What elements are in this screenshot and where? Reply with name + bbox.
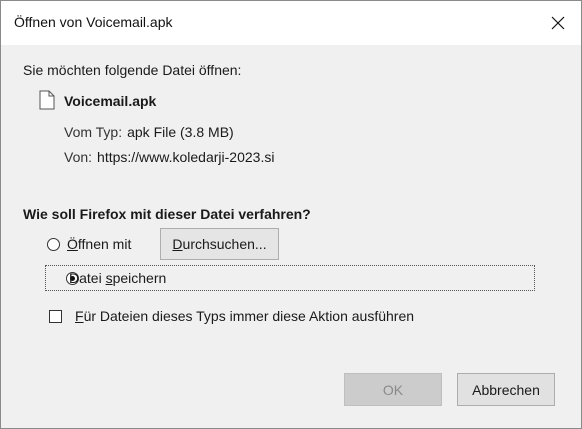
browse-button[interactable]: Durchsuchen... — [160, 228, 279, 260]
open-with-label[interactable]: Öffnen mit — [67, 236, 131, 252]
browse-label-text: urchsuchen... — [182, 236, 267, 252]
ok-button[interactable]: OK — [344, 373, 442, 406]
always-do-label-text: ür Dateien dieses Typs immer diese Aktio… — [83, 308, 415, 324]
file-name: Voicemail.apk — [64, 93, 157, 109]
save-file-label[interactable]: Datei speichern — [69, 270, 166, 286]
title-bar: Öffnen von Voicemail.apk — [1, 1, 581, 45]
always-do-mnemonic: F — [75, 308, 84, 324]
dialog-content: Sie möchten folgende Datei öffnen: Voice… — [1, 45, 581, 428]
action-question: Wie soll Firefox mit dieser Datei verfah… — [23, 206, 311, 222]
open-with-radio[interactable] — [47, 238, 60, 251]
file-source-label: Von: — [64, 149, 93, 165]
file-type-label: Vom Typ: — [64, 124, 123, 140]
file-open-dialog: Öffnen von Voicemail.apk Sie möchten fol… — [0, 0, 582, 429]
file-source-value: https://www.koledarji-2023.si — [97, 149, 275, 165]
always-do-checkbox[interactable] — [49, 310, 62, 323]
file-source-row: Von: https://www.koledarji-2023.si — [64, 149, 274, 165]
file-icon — [39, 90, 55, 110]
close-button[interactable] — [535, 1, 581, 45]
save-file-mnemonic: s — [105, 270, 113, 286]
cancel-button-label: Abbrechen — [472, 381, 540, 398]
cancel-button[interactable]: Abbrechen — [457, 373, 555, 406]
dialog-title: Öffnen von Voicemail.apk — [14, 14, 173, 30]
browse-mnemonic: D — [172, 236, 183, 252]
file-type-value: apk File (3.8 MB) — [127, 124, 234, 140]
always-do-label[interactable]: Für Dateien dieses Typs immer diese Akti… — [75, 308, 414, 324]
open-with-mnemonic: Ö — [67, 236, 78, 252]
open-with-label-text: ffnen mit — [77, 236, 132, 252]
file-type-row: Vom Typ: apk File (3.8 MB) — [64, 124, 234, 140]
open-prompt: Sie möchten folgende Datei öffnen: — [23, 62, 242, 78]
ok-button-label: OK — [382, 381, 404, 398]
close-icon — [551, 16, 565, 30]
save-file-label-rest: peichern — [112, 270, 167, 286]
save-file-label-start: Datei — [69, 270, 106, 286]
